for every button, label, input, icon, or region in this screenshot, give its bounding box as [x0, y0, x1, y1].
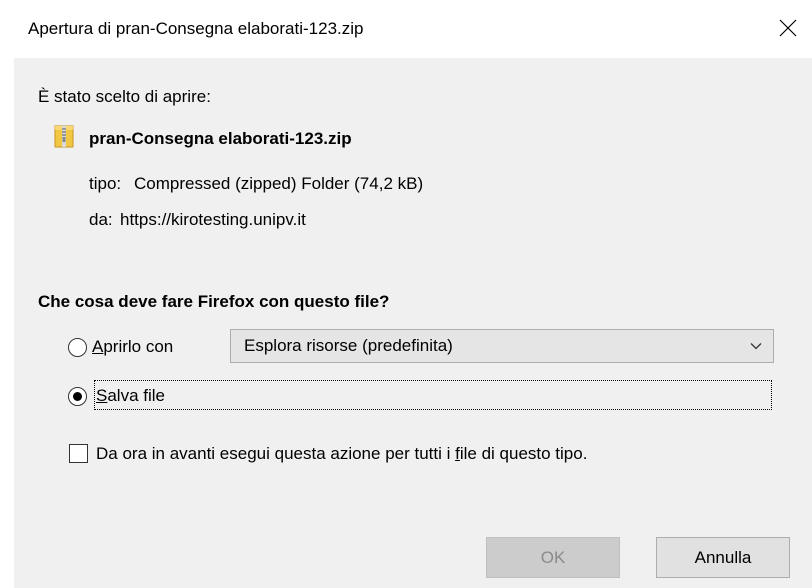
remember-choice-label[interactable]: Da ora in avanti esegui questa azione pe…: [96, 444, 587, 464]
cancel-button[interactable]: Annulla: [656, 537, 790, 578]
from-label: da:: [89, 210, 113, 229]
save-file-focus-rect: [94, 380, 772, 410]
save-file-label-text: alva file: [107, 386, 165, 405]
zip-folder-icon: [54, 125, 74, 148]
close-icon: [779, 19, 797, 37]
radio-selected-dot: [73, 392, 82, 401]
window-title: Apertura di pran-Consegna elaborati-123.…: [28, 19, 364, 38]
type-value: Compressed (zipped) Folder (74,2 kB): [134, 174, 424, 193]
type-label: tipo:: [89, 174, 122, 193]
open-with-radio[interactable]: [68, 338, 87, 357]
file-name: pran-Consegna elaborati-123.zip: [89, 129, 352, 148]
remember-text-before: Da ora in avanti esegui questa azione pe…: [96, 444, 456, 463]
from-value: https://kirotesting.unipv.it: [120, 210, 306, 229]
open-with-app-select[interactable]: Esplora risorse (predefinita): [230, 329, 774, 363]
chevron-down-icon: [750, 343, 762, 350]
open-with-app-value: Esplora risorse (predefinita): [244, 336, 453, 355]
remember-text-after: ile di questo tipo.: [459, 444, 588, 463]
open-with-label[interactable]: Aprirlo con: [92, 337, 173, 357]
save-file-mnemonic: S: [96, 386, 108, 405]
remember-choice-checkbox[interactable]: [69, 444, 88, 463]
ok-button[interactable]: OK: [486, 537, 620, 578]
save-file-radio[interactable]: [68, 387, 87, 406]
intro-text: È stato scelto di aprire:: [38, 87, 211, 106]
open-with-mnemonic: A: [92, 337, 104, 356]
save-file-label[interactable]: Salva file: [96, 386, 165, 406]
close-button[interactable]: [770, 10, 806, 46]
dialog-body: È stato scelto di aprire: pran-Consegna …: [14, 58, 812, 588]
open-with-label-text: prirlo con: [103, 337, 174, 356]
title-bar: Apertura di pran-Consegna elaborati-123.…: [0, 0, 812, 58]
question-heading: Che cosa deve fare Firefox con questo fi…: [38, 292, 390, 311]
